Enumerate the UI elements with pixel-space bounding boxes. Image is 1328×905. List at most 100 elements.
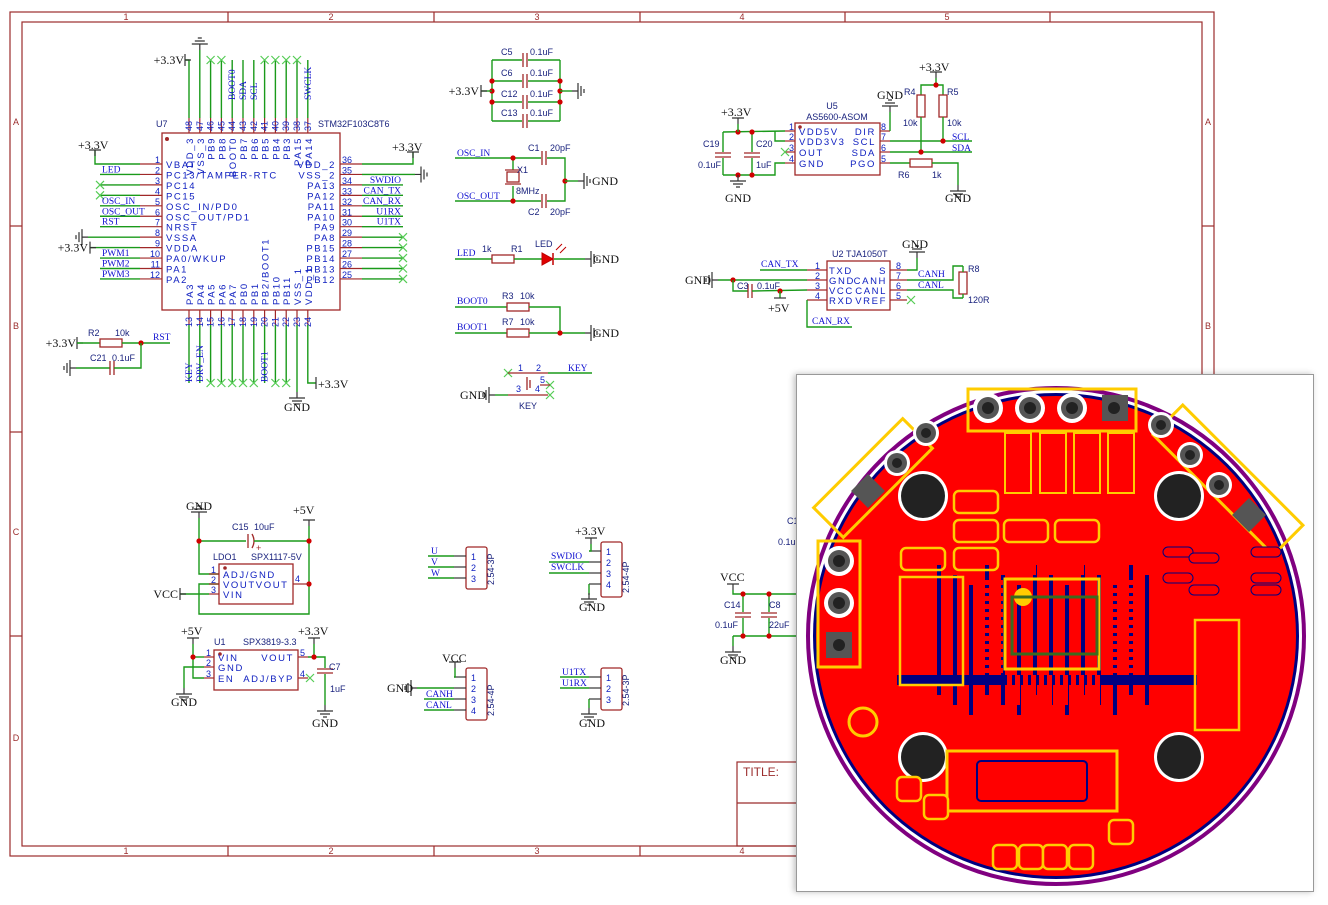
- net-label: LED: [102, 165, 121, 175]
- drill-hole: [1066, 402, 1078, 414]
- pin-number: 43: [238, 121, 248, 131]
- pin-name: PB9: [207, 137, 218, 160]
- net-label: U1RX: [376, 207, 401, 217]
- resistor-r6: [909, 158, 933, 168]
- pin-number: 28: [342, 239, 352, 249]
- r4-value: 10k: [903, 118, 918, 128]
- pin-name: PB6: [250, 137, 261, 160]
- r3-ref: R3: [502, 291, 514, 301]
- net-label: BOOT1: [261, 351, 271, 382]
- wire: [774, 131, 785, 142]
- pin-number: 1: [211, 565, 216, 575]
- pin-name: PA5: [207, 283, 218, 305]
- c19-ref: C19: [703, 139, 720, 149]
- pin-name: PA1: [166, 265, 188, 276]
- decoupling-capacitor: [522, 74, 528, 88]
- r8-ref: R8: [968, 264, 980, 274]
- pin-name: PA6: [217, 283, 228, 305]
- pcb-preview-panel[interactable]: [796, 374, 1314, 892]
- net-label: CANL: [426, 701, 452, 711]
- pin-number: 9: [155, 239, 160, 249]
- connector-body: [600, 541, 623, 598]
- mounting-hole: [1157, 735, 1201, 779]
- resistor-r1: [491, 254, 515, 264]
- junction-dot: [749, 172, 755, 178]
- connector-part: 2.54-4P: [621, 561, 631, 593]
- pin-name: VSS_3: [196, 137, 207, 175]
- mcu-part-number: STM32F103C8T6: [318, 119, 390, 129]
- cap-ref: C6: [501, 68, 513, 78]
- column-label: 4: [739, 846, 744, 856]
- column-label: 3: [534, 846, 539, 856]
- pin-number: 8: [155, 228, 160, 238]
- junction-dot: [766, 633, 772, 639]
- pin-number: 2: [471, 563, 476, 573]
- pin-number: 4: [535, 384, 540, 394]
- net-label-osc-out: OSC_OUT: [457, 192, 500, 202]
- row-label: C: [13, 527, 20, 537]
- pin-name: SDA: [852, 148, 876, 159]
- c20-value: 1uF: [756, 160, 772, 170]
- sot-pad: [1250, 546, 1282, 558]
- row-label: B: [1205, 321, 1211, 331]
- pin-number: 40: [270, 121, 280, 131]
- row-label: D: [13, 733, 20, 743]
- u5-ref: U5: [826, 101, 838, 111]
- c2-value: 20pF: [550, 207, 571, 217]
- pin-number: 4: [155, 186, 160, 196]
- title-label: TITLE:: [743, 765, 779, 779]
- drill-hole: [1214, 480, 1224, 490]
- wire: [185, 59, 190, 118]
- c21-ref: C21: [90, 353, 107, 363]
- pin-number: 2: [606, 558, 611, 568]
- pin-name: VSS_2: [298, 170, 336, 181]
- ic-pad: [1105, 580, 1135, 585]
- junction-dot: [766, 591, 772, 597]
- ic-pad: [973, 628, 1003, 633]
- net-label: DRV_EN: [196, 345, 206, 382]
- junction-dot: [489, 78, 495, 84]
- junction-dot: [740, 633, 746, 639]
- net-label: KEY: [185, 362, 195, 382]
- net-label: OSC_IN: [102, 197, 135, 207]
- power-label: +3.3V: [318, 377, 349, 391]
- pin-number: 38: [292, 121, 302, 131]
- pin-number: 3: [211, 585, 216, 595]
- r5-value: 10k: [947, 118, 962, 128]
- pin-name: PC15: [166, 191, 196, 202]
- c8-ref: C8: [769, 600, 781, 610]
- pin-number: 30: [342, 218, 352, 228]
- mcu-ref: U7: [156, 119, 168, 129]
- ic-pad: [973, 660, 1003, 665]
- pin-number: 7: [155, 218, 160, 228]
- cap-value: 0.1uF: [530, 108, 554, 118]
- pin-number: 1: [815, 261, 820, 271]
- power-label: +3.3V: [575, 524, 606, 538]
- pcb-board-render: [806, 386, 1306, 886]
- ic-pad: [1039, 675, 1044, 705]
- pin-number: 35: [342, 165, 352, 175]
- pin-name: PA7: [228, 283, 239, 305]
- pin-number: 6: [896, 281, 901, 291]
- pin-name: PA10: [307, 212, 336, 223]
- pin-number: 1: [518, 363, 523, 373]
- resistor-r7: [506, 328, 530, 338]
- pin-number: 1: [206, 648, 211, 658]
- x1-ref: X1: [517, 165, 528, 175]
- power-label: VCC: [153, 587, 178, 601]
- net-label: U1TX: [377, 218, 401, 228]
- pin-number: 48: [184, 121, 194, 131]
- capacitor-c15-curved: [251, 533, 255, 549]
- pin-number: 26: [342, 260, 352, 270]
- pin-name: PB10: [271, 275, 282, 305]
- power-label: +3.3V: [78, 138, 109, 152]
- ic-pad: [1055, 675, 1060, 705]
- no-connect-mark: [906, 295, 916, 305]
- ic-pad: [973, 580, 1003, 585]
- pin-number: 3: [206, 669, 211, 679]
- net-label-osc-in: OSC_IN: [457, 149, 490, 159]
- pin-number: 47: [195, 121, 205, 131]
- pin-number: 1: [606, 673, 611, 683]
- key-ref: KEY: [519, 401, 537, 411]
- connector-part: 2.54-3P: [486, 553, 496, 585]
